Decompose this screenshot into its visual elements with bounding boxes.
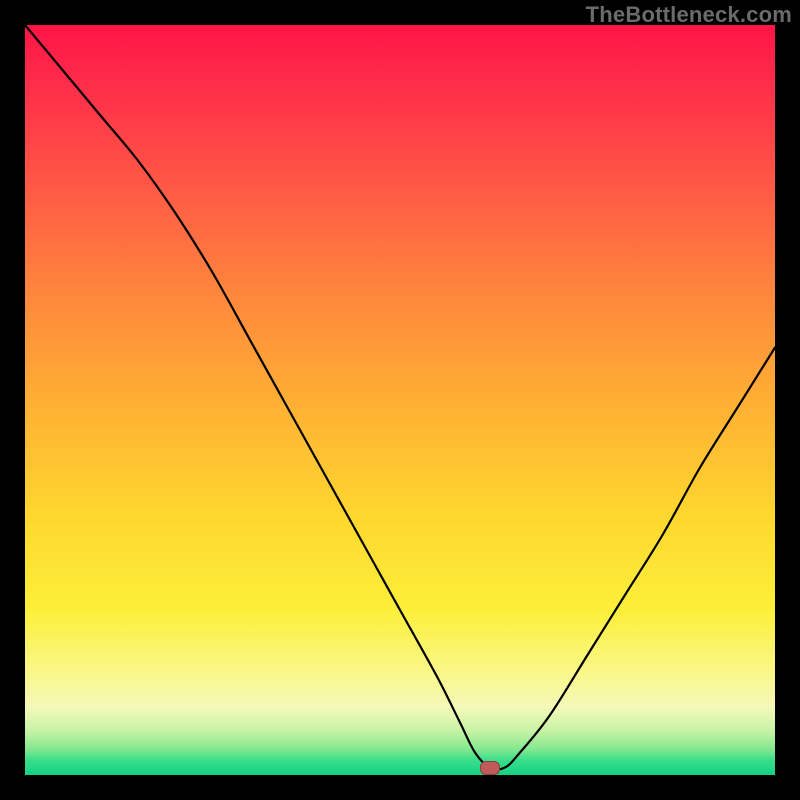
watermark-text: TheBottleneck.com — [586, 2, 792, 28]
plot-area — [25, 25, 775, 775]
chart-container: TheBottleneck.com — [0, 0, 800, 800]
bottleneck-curve — [25, 25, 775, 775]
curve-path — [25, 25, 775, 769]
optimal-point-marker — [480, 761, 500, 775]
